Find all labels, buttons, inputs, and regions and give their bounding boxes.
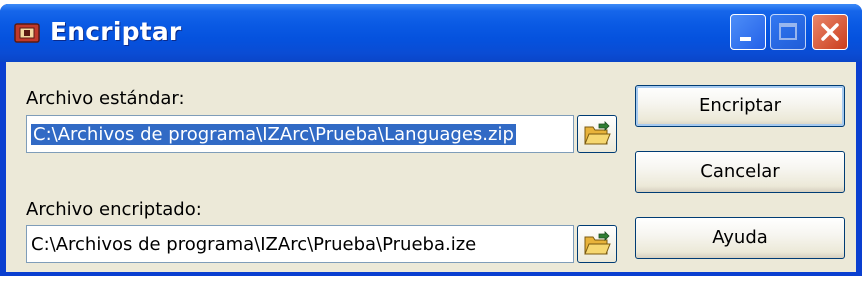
standard-file-value: C:\Archivos de programa\IZArc\Prueba\Lan… (31, 124, 516, 145)
dialog-body: Archivo estándar: C:\Archivos de program… (6, 62, 856, 272)
standard-file-input[interactable]: C:\Archivos de programa\IZArc\Prueba\Lan… (26, 115, 574, 153)
close-button[interactable] (812, 14, 848, 50)
encrypted-file-value: C:\Archivos de programa\IZArc\Prueba\Pru… (31, 234, 477, 255)
folder-open-icon (584, 121, 611, 145)
maximize-icon (779, 23, 797, 40)
browse-encrypted-button[interactable] (577, 225, 617, 263)
browse-standard-button[interactable] (577, 115, 617, 153)
close-icon (821, 23, 839, 41)
folder-open-icon (584, 231, 611, 255)
encrypted-file-input[interactable]: C:\Archivos de programa\IZArc\Prueba\Pru… (26, 225, 574, 263)
encrypted-file-label: Archivo encriptado: (26, 199, 202, 220)
standard-file-label: Archivo estándar: (26, 88, 185, 109)
app-icon (14, 22, 40, 44)
title-bar[interactable]: Encriptar (0, 4, 862, 62)
cancel-button[interactable]: Cancelar (635, 151, 845, 193)
help-button[interactable]: Ayuda (635, 217, 845, 259)
maximize-button[interactable] (770, 14, 806, 50)
minimize-button[interactable] (730, 14, 766, 50)
minimize-icon (740, 37, 751, 41)
encriptar-dialog: Encriptar Archivo estándar: C:\Archivos … (0, 4, 862, 276)
encrypt-button[interactable]: Encriptar (635, 85, 845, 127)
window-title: Encriptar (50, 17, 182, 46)
